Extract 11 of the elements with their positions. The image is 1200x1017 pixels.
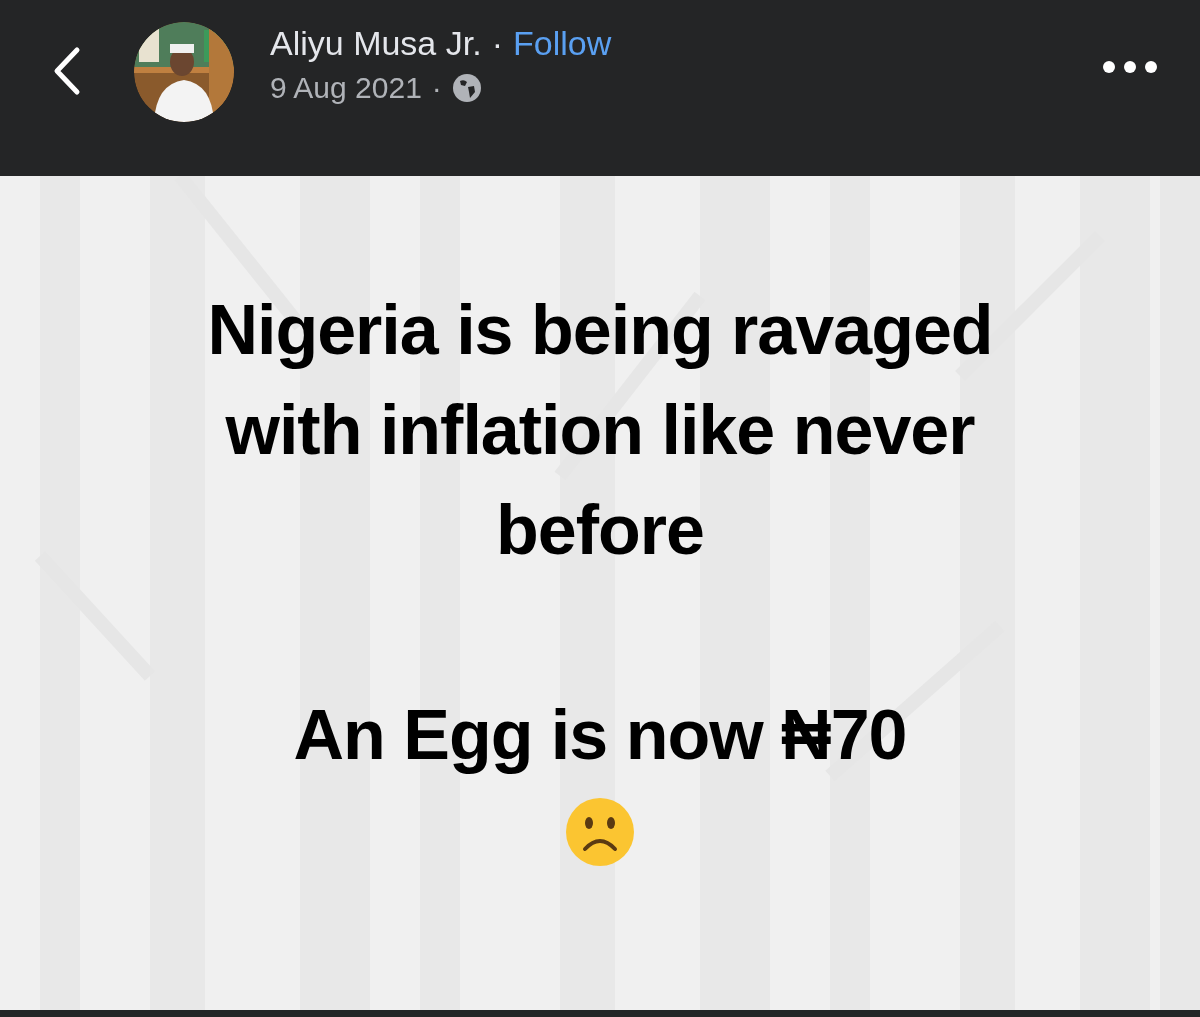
post-text: An Egg is now ₦70 xyxy=(292,695,908,776)
frowning-face-icon xyxy=(565,797,635,867)
author-name[interactable]: Aliyu Musa Jr. xyxy=(270,24,482,63)
follow-link[interactable]: Follow xyxy=(512,24,612,63)
more-icon[interactable] xyxy=(1102,60,1158,74)
globe-icon xyxy=(451,73,482,103)
separator-dot: · xyxy=(491,24,503,63)
separator-dot: · xyxy=(431,71,442,105)
back-icon[interactable] xyxy=(52,46,82,96)
post-date[interactable]: 9 Aug 2021 xyxy=(270,71,422,105)
post-text: Nigeria is being ravaged with inflation like never before xyxy=(206,290,994,571)
